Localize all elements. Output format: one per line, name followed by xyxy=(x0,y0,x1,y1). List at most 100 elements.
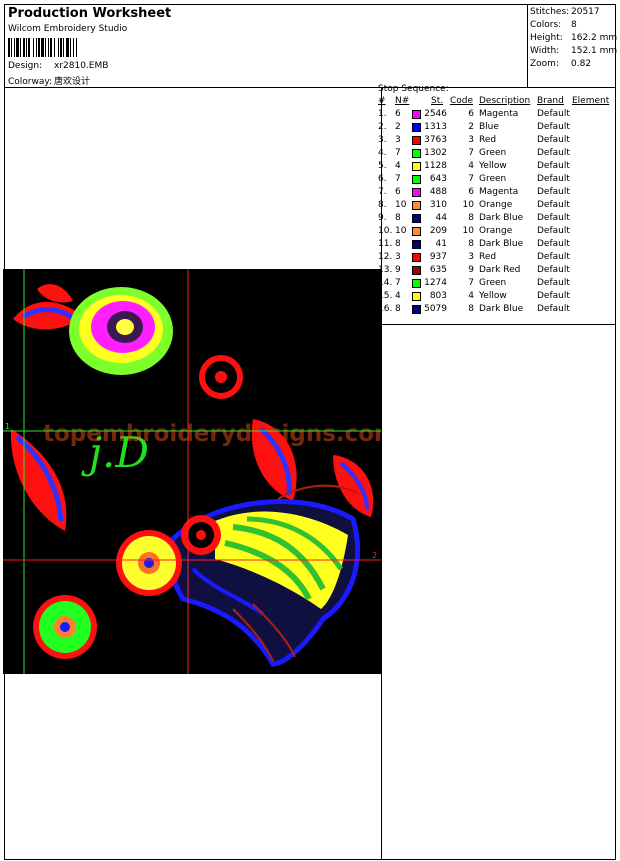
row-code: 10 xyxy=(462,200,474,210)
stat-height: Height: 162.2 mm xyxy=(530,33,618,43)
stop-sequence-header: # N# St. Code Description Brand Element xyxy=(378,95,610,108)
table-row: 4. 7 1302 7 Green Default xyxy=(378,147,610,160)
color-swatch xyxy=(412,201,421,210)
design-preview: j.D topembroiderydesigns.com 1 2 xyxy=(3,269,381,674)
stats-divider xyxy=(527,5,528,87)
row-stitches: 937 xyxy=(429,252,447,262)
row-stitches: 803 xyxy=(429,291,447,301)
row-description: Red xyxy=(479,252,497,262)
design-row: Design: xr2810.EMB xyxy=(8,61,108,71)
small-red-flower-top xyxy=(199,355,243,399)
color-swatch xyxy=(412,253,421,262)
color-swatch xyxy=(412,175,421,184)
color-swatch xyxy=(412,292,421,301)
table-row: 2. 2 1313 2 Blue Default xyxy=(378,121,610,134)
row-stitches: 3763 xyxy=(424,135,447,145)
row-index: 4. xyxy=(378,148,387,158)
yellow-flower xyxy=(116,530,182,596)
row-needle: 10 xyxy=(395,200,407,210)
guide-label-2: 2 xyxy=(372,551,377,560)
row-code: 2 xyxy=(468,122,474,132)
color-swatch xyxy=(412,136,421,145)
stop-sequence-title: Stop Sequence: xyxy=(378,84,449,94)
design-value: xr2810.EMB xyxy=(54,61,109,71)
color-swatch xyxy=(412,227,421,236)
row-needle: 7 xyxy=(395,174,401,184)
table-row: 5. 4 1128 4 Yellow Default xyxy=(378,160,610,173)
row-needle: 2 xyxy=(395,122,401,132)
row-brand: Default xyxy=(537,109,570,119)
row-brand: Default xyxy=(537,148,570,158)
row-stitches: 1313 xyxy=(424,122,447,132)
row-stitches: 310 xyxy=(429,200,447,210)
row-stitches: 635 xyxy=(429,265,447,275)
row-code: 8 xyxy=(468,239,474,249)
row-description: Red xyxy=(479,135,497,145)
table-row: 16. 8 5079 8 Dark Blue Default xyxy=(378,303,610,316)
row-needle: 8 xyxy=(395,239,401,249)
row-stitches: 1128 xyxy=(424,161,447,171)
row-stitches: 1302 xyxy=(424,148,447,158)
table-row: 9. 8 44 8 Dark Blue Default xyxy=(378,212,610,225)
small-red-flower-center xyxy=(181,515,221,555)
col-stitches-header: St. xyxy=(431,96,444,106)
colorway-label: Colorway: xyxy=(8,77,53,87)
color-swatch xyxy=(412,240,421,249)
row-code: 7 xyxy=(468,278,474,288)
row-description: Orange xyxy=(479,226,513,236)
row-stitches: 1274 xyxy=(424,278,447,288)
stop-sequence-rows: 1. 6 2546 6 Magenta Default 2. 2 1313 2 Blue Defaul… xyxy=(378,108,610,316)
row-brand: Default xyxy=(537,291,570,301)
col-needle-header: N# xyxy=(395,96,410,106)
row-needle: 4 xyxy=(395,291,401,301)
row-needle: 9 xyxy=(395,265,401,275)
row-code: 7 xyxy=(468,148,474,158)
row-brand: Default xyxy=(537,265,570,275)
row-brand: Default xyxy=(537,213,570,223)
table-row: 14. 7 1274 7 Green Default xyxy=(378,277,610,290)
row-needle: 4 xyxy=(395,161,401,171)
row-needle: 3 xyxy=(395,252,401,262)
table-bottom-rule xyxy=(381,324,615,325)
table-row: 10. 10 209 10 Orange Default xyxy=(378,225,610,238)
row-needle: 8 xyxy=(395,213,401,223)
row-brand: Default xyxy=(537,304,570,314)
row-brand: Default xyxy=(537,174,570,184)
color-swatch xyxy=(412,266,421,275)
barcode-image xyxy=(8,38,77,57)
row-needle: 6 xyxy=(395,187,401,197)
row-stitches: 209 xyxy=(429,226,447,236)
row-description: Orange xyxy=(479,200,513,210)
stop-sequence-table: Stop Sequence: # N# St. Code Description… xyxy=(378,84,610,316)
row-index: 3. xyxy=(378,135,387,145)
stats-panel: Stitches: 20517 Colors: 8 Height: 162.2 mm … xyxy=(530,6,617,71)
row-description: Green xyxy=(479,278,507,288)
table-row: 7. 6 488 6 Magenta Default xyxy=(378,186,610,199)
row-code: 8 xyxy=(468,304,474,314)
stat-zoom: Zoom: 0.82 xyxy=(530,59,592,69)
row-code: 3 xyxy=(468,135,474,145)
row-description: Green xyxy=(479,174,507,184)
color-swatch xyxy=(412,123,421,132)
row-code: 3 xyxy=(468,252,474,262)
row-index: 10. xyxy=(378,226,393,236)
colorway-value: 唐欢设计 xyxy=(54,77,91,87)
row-needle: 8 xyxy=(395,304,401,314)
row-description: Magenta xyxy=(479,109,519,119)
row-description: Blue xyxy=(479,122,499,132)
table-row: 8. 10 310 10 Orange Default xyxy=(378,199,610,212)
row-code: 10 xyxy=(462,226,474,236)
row-index: 7. xyxy=(378,187,387,197)
table-row: 6. 7 643 7 Green Default xyxy=(378,173,610,186)
row-code: 6 xyxy=(468,109,474,119)
table-row: 1. 6 2546 6 Magenta Default xyxy=(378,108,610,121)
row-stitches: 643 xyxy=(429,174,447,184)
color-swatch xyxy=(412,110,421,119)
row-index: 12. xyxy=(378,252,393,262)
row-index: 5. xyxy=(378,161,387,171)
col-index-header: # xyxy=(378,96,386,106)
row-code: 7 xyxy=(468,174,474,184)
col-brand-header: Brand xyxy=(537,96,564,106)
row-description: Green xyxy=(479,148,507,158)
row-stitches: 5079 xyxy=(424,304,447,314)
